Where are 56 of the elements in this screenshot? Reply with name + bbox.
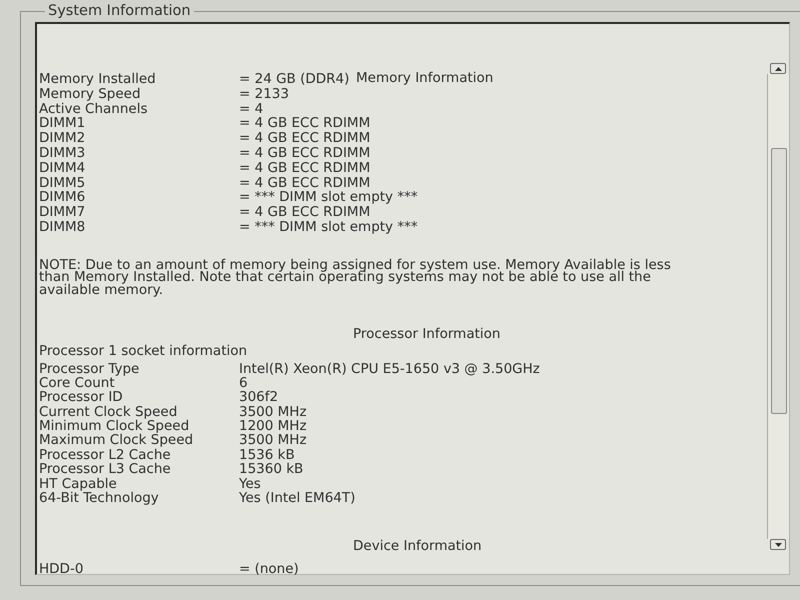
info-label: Processor Type	[39, 362, 140, 376]
info-label: DIMM3	[39, 146, 86, 161]
info-value: 3500 MHz	[239, 404, 307, 420]
info-label: Processor ID	[39, 390, 124, 405]
info-value: = 4 GB ECC RDIMM	[239, 176, 370, 190]
section-subtitle: Processor 1 socket information	[39, 345, 248, 358]
section-title: Processor Information	[353, 328, 500, 342]
info-value: = 4 GB ECC RDIMM	[239, 205, 370, 220]
info-value: 15360 kB	[239, 462, 304, 477]
info-value: 3500 MHz	[239, 433, 307, 448]
info-label: DIMM7	[39, 205, 86, 220]
info-value: 306f2	[239, 390, 278, 405]
info-label: Processor L3 Cache	[39, 462, 172, 477]
section-title: Device Information	[353, 540, 482, 554]
info-value: = (none)	[239, 562, 299, 577]
group-title: System Information	[47, 2, 192, 20]
info-label: DIMM2	[39, 131, 86, 146]
info-label: DIMM1	[39, 116, 86, 132]
scrollbar-thumb[interactable]	[770, 148, 786, 414]
info-label: Maximum Clock Speed	[39, 433, 194, 448]
scrollbar-track[interactable]	[767, 74, 789, 539]
down-triangle-icon	[774, 542, 782, 546]
up-triangle-icon	[774, 66, 782, 70]
info-value: = *** DIMM slot empty ***	[239, 220, 418, 235]
info-value: = 4 GB ECC RDIMM	[239, 146, 370, 161]
info-label: Active Channels	[39, 102, 149, 116]
info-value: = 24 GB (DDR4)	[239, 72, 350, 87]
info-value: 1536 kB	[239, 448, 295, 462]
scroll-up-button[interactable]	[770, 63, 786, 74]
info-label: DIMM5	[39, 176, 86, 190]
info-label: HT Capable	[39, 476, 117, 492]
info-value: = 4 GB ECC RDIMM	[239, 160, 370, 176]
info-label: 64-Bit Technology	[39, 491, 160, 506]
section-title: Memory Information	[356, 72, 494, 84]
info-value: Yes	[239, 476, 261, 492]
info-label: DIMM8	[39, 220, 86, 235]
info-label: Memory Speed	[39, 86, 142, 102]
note-text: NOTE: Due to an amount of memory being assigned for system use. Memory Available is less than Memory Installed. Note that certain operating systems may not be able to use all the available memory.	[39, 258, 672, 296]
info-value: = 4 GB ECC RDIMM	[239, 131, 370, 146]
info-label: Memory Installed	[39, 72, 157, 87]
info-value: Yes (Intel EM64T)	[239, 491, 356, 506]
info-value: = 4	[239, 102, 264, 116]
info-value: = 2133	[239, 86, 290, 102]
info-label: Current Clock Speed	[39, 404, 178, 420]
info-value: Intel(R) Xeon(R) CPU E5-1650 v3 @ 3.50GHz	[239, 362, 540, 376]
info-label: DIMM6	[39, 190, 86, 206]
info-label: Minimum Clock Speed	[39, 419, 190, 434]
scroll-down-button[interactable]	[770, 539, 786, 550]
info-value: 1200 MHz	[239, 419, 307, 434]
info-value: = *** DIMM slot empty ***	[239, 190, 418, 206]
info-label: Processor L2 Cache	[39, 448, 171, 462]
info-label: DIMM4	[39, 160, 86, 176]
info-value: = 4 GB ECC RDIMM	[239, 116, 370, 132]
info-value: 6	[239, 376, 248, 390]
info-label: HDD-0	[39, 562, 84, 577]
info-label: Core Count	[39, 376, 115, 390]
